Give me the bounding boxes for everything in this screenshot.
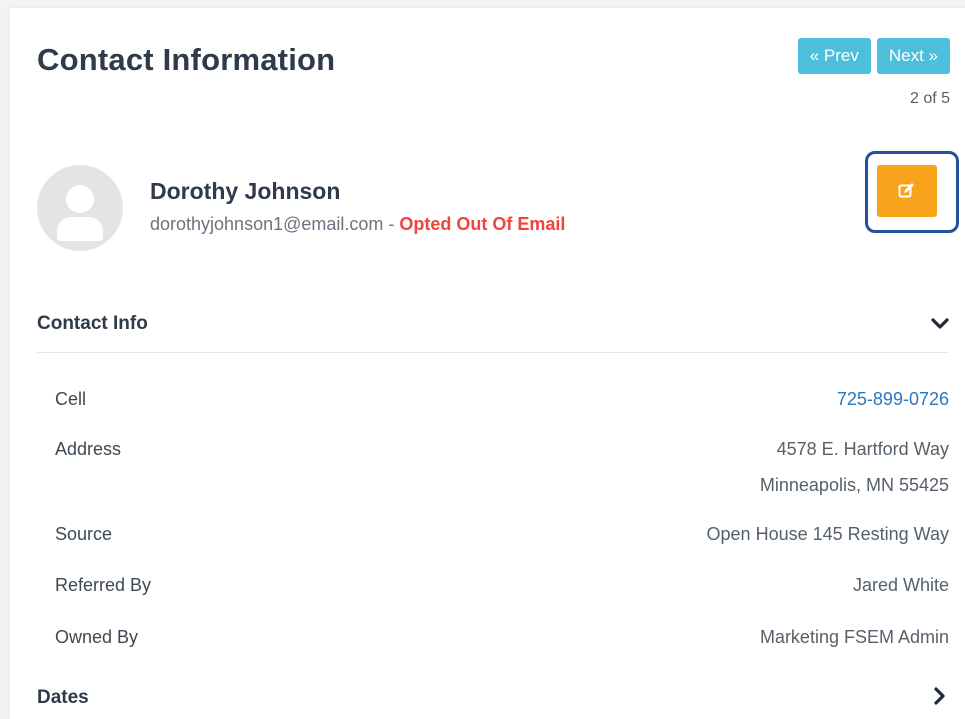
referred-by-label: Referred By bbox=[55, 575, 152, 595]
cell-value: 725-899-0726 bbox=[837, 381, 949, 417]
owned-by-label: Owned By bbox=[55, 627, 139, 647]
contact-email: dorothyjohnson1@email.com bbox=[150, 214, 384, 234]
section-divider bbox=[37, 352, 949, 353]
prev-button[interactable]: « Prev bbox=[797, 38, 871, 74]
cell-phone-link[interactable]: 725-899-0726 bbox=[837, 389, 949, 409]
contact-card: Contact Information « Prev Next » 2 of 5… bbox=[10, 8, 965, 719]
email-separator: - bbox=[383, 214, 400, 234]
section-dates[interactable]: Dates bbox=[37, 687, 949, 709]
referred-by-value: Jared White bbox=[852, 575, 949, 595]
edit-icon bbox=[898, 183, 914, 198]
address-value: 4578 E. Hartford Way Minneapolis, MN 554… bbox=[760, 431, 949, 503]
edit-button[interactable] bbox=[877, 165, 937, 217]
next-button[interactable]: Next » bbox=[876, 38, 950, 74]
email-status-badge: Opted Out Of Email bbox=[399, 214, 566, 234]
source-value: Open House 145 Resting Way bbox=[706, 524, 949, 544]
source-label: Source bbox=[55, 524, 113, 544]
address-line-2: Minneapolis, MN 55425 bbox=[759, 475, 949, 495]
cell-label: Cell bbox=[55, 389, 87, 409]
section-dates-label: Dates bbox=[37, 687, 89, 708]
address-line-1: 4578 E. Hartford Way bbox=[776, 439, 949, 459]
pager: « Prev Next » bbox=[797, 38, 950, 74]
email-line: dorothyjohnson1@email.com - Opted Out Of… bbox=[150, 214, 565, 235]
page-count: 2 of 5 bbox=[909, 90, 950, 107]
chevron-down-icon[interactable] bbox=[931, 317, 949, 331]
chevron-right-icon[interactable] bbox=[933, 687, 947, 705]
section-contact-info[interactable]: Contact Info bbox=[37, 313, 949, 335]
section-contact-info-label: Contact Info bbox=[37, 313, 148, 334]
user-avatar-icon bbox=[37, 165, 123, 251]
address-label: Address bbox=[55, 439, 122, 459]
page-title: Contact Information bbox=[37, 42, 336, 77]
contact-name: Dorothy Johnson bbox=[150, 178, 341, 204]
owned-by-value: Marketing FSEM Admin bbox=[759, 627, 949, 647]
